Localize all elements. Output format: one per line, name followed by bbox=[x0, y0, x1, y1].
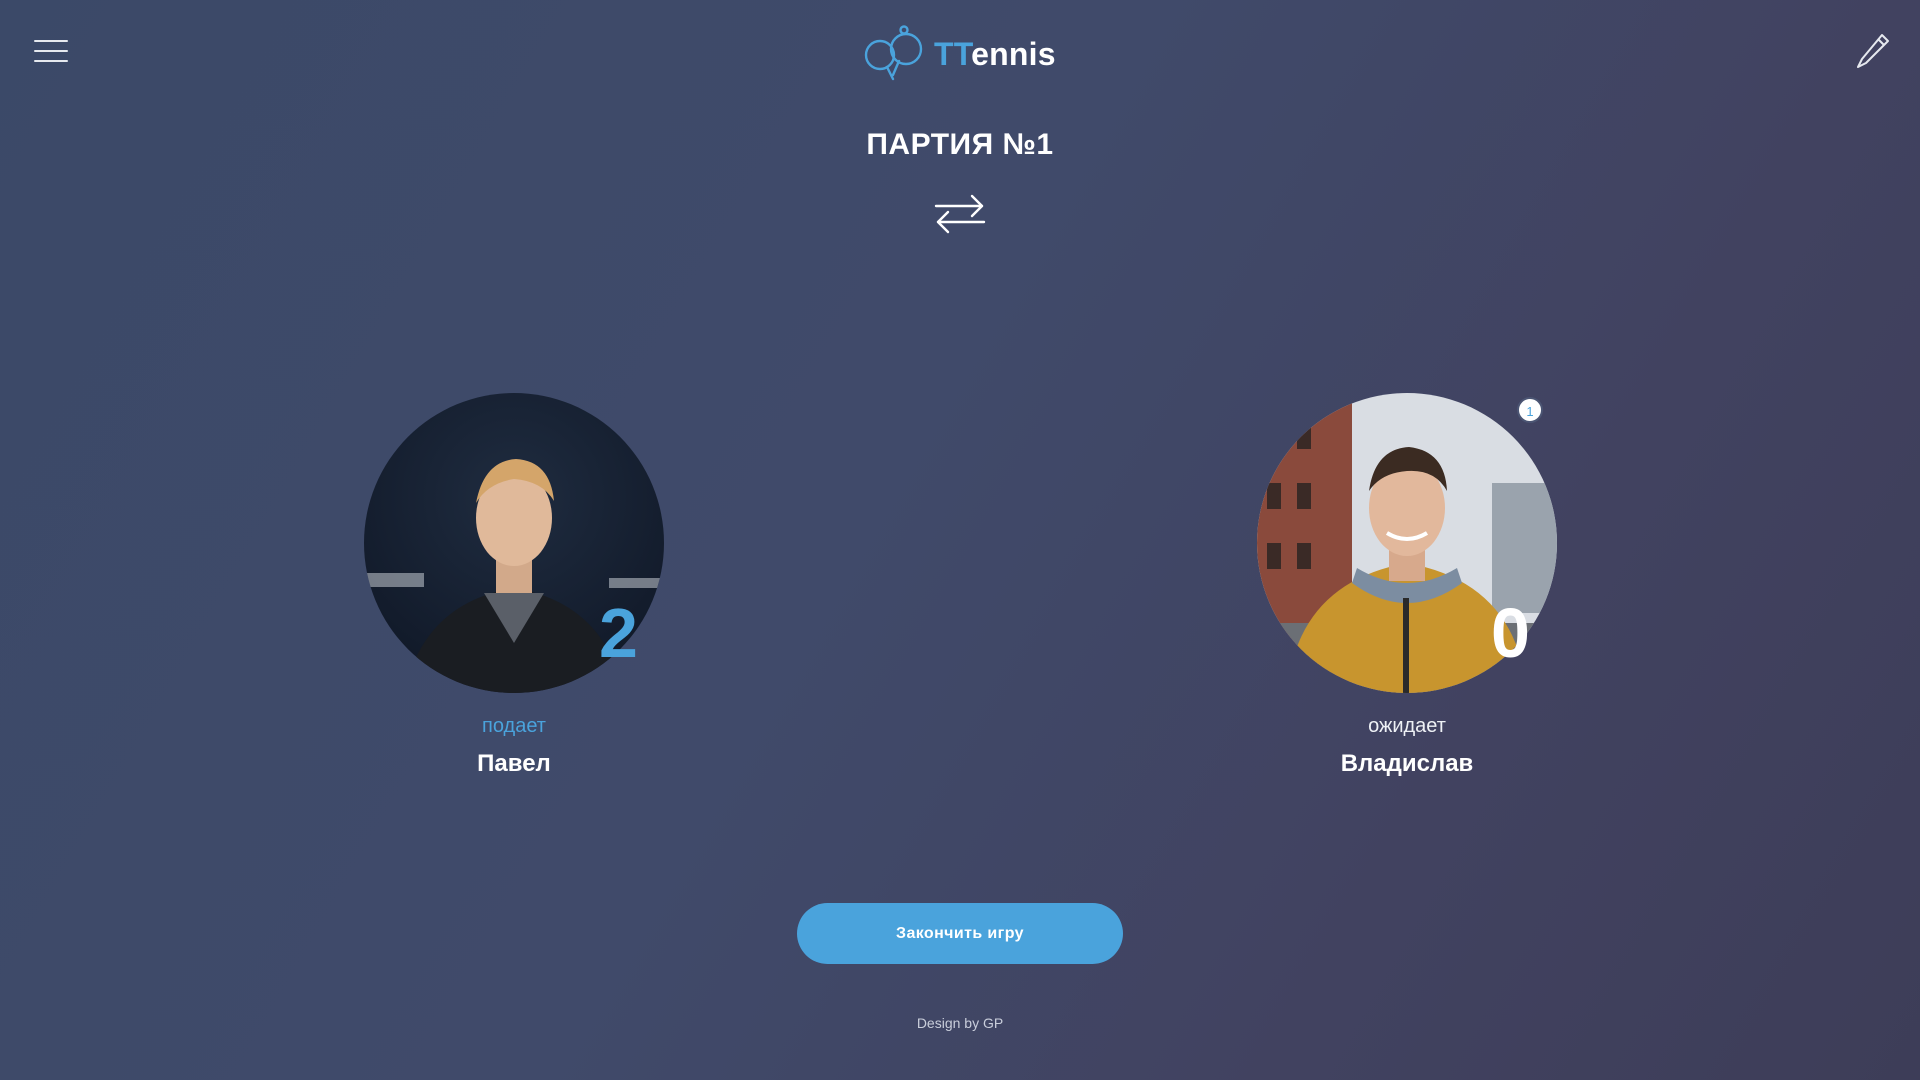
edit-button[interactable] bbox=[1855, 32, 1891, 70]
ping-pong-paddles-icon bbox=[864, 25, 923, 81]
swap-arrows-icon bbox=[934, 194, 986, 234]
app-title: TTennis bbox=[934, 36, 1056, 73]
sets-won-badge: 1 bbox=[1517, 397, 1543, 423]
menu-line bbox=[34, 50, 68, 52]
menu-button[interactable] bbox=[34, 39, 68, 63]
player-status: ожидает bbox=[1368, 715, 1446, 737]
app-title-accent: TT bbox=[934, 35, 972, 72]
player-status: подает bbox=[482, 715, 546, 737]
pencil-icon bbox=[1857, 34, 1889, 68]
app-logo: TTennis bbox=[860, 24, 1056, 84]
footer-credit: Design by GP bbox=[916, 1015, 1004, 1031]
menu-line bbox=[34, 40, 68, 42]
game-title: ПАРТИЯ №1 bbox=[866, 128, 1054, 161]
menu-line bbox=[34, 60, 68, 62]
player-score: 2 bbox=[599, 594, 638, 672]
swap-sides-button[interactable] bbox=[934, 192, 986, 236]
finish-game-button[interactable]: Закончить игру bbox=[797, 903, 1123, 964]
player-card-left: 2 подает Павел bbox=[364, 393, 664, 777]
player-card-right: 1 0 ожидает Владислав bbox=[1257, 393, 1557, 777]
app-title-rest: ennis bbox=[971, 35, 1056, 72]
player-name: Павел bbox=[477, 750, 551, 777]
player-name: Владислав bbox=[1340, 750, 1474, 777]
player-score: 0 bbox=[1491, 594, 1530, 672]
